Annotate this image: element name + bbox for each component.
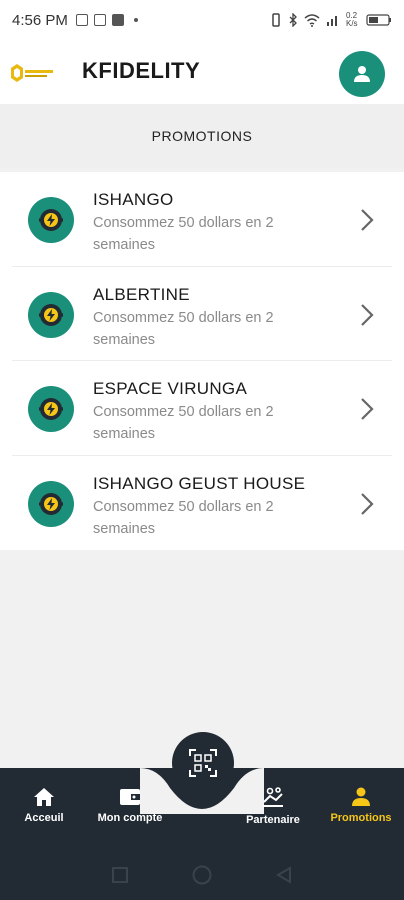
signal-icon xyxy=(327,16,337,26)
home-icon xyxy=(34,788,54,806)
promo-icon xyxy=(28,197,74,243)
nav-item-partenaire[interactable]: Partenaire xyxy=(233,786,313,826)
section-header: PROMOTIONS xyxy=(0,104,404,168)
more-notifications-icon xyxy=(133,18,138,22)
network-speed: 0.2 K/s xyxy=(346,11,358,28)
wallet-icon xyxy=(120,789,140,805)
partner-icon xyxy=(263,787,283,807)
promo-description: Consommez 50 dollars en 2 semaines xyxy=(93,404,274,442)
status-icons: 0.2 K/s xyxy=(270,12,392,28)
qr-scan-icon xyxy=(189,749,217,777)
promo-icon xyxy=(28,291,74,338)
lightning-icon xyxy=(39,209,63,231)
notification-icon xyxy=(75,14,88,26)
lightning-icon xyxy=(39,303,63,326)
lightning-icon xyxy=(39,492,63,515)
chevron-right-icon xyxy=(361,492,374,515)
promotion-item[interactable]: ISHANGO GEUST HOUSE Consommez 50 dollars… xyxy=(12,456,392,551)
promo-description: Consommez 50 dollars en 2 semaines xyxy=(93,309,274,348)
chevron-right-icon xyxy=(361,303,374,326)
facebook-icon xyxy=(111,14,124,26)
chevron-right-icon xyxy=(361,398,374,420)
bluetooth-icon xyxy=(289,13,297,27)
app-bar: KFIDELITY xyxy=(0,40,404,104)
status-time: 4:56 PM xyxy=(12,11,68,29)
qr-scan-button[interactable] xyxy=(172,732,234,794)
back-icon[interactable] xyxy=(275,866,293,884)
promo-description: Consommez 50 dollars en 2 semaines xyxy=(93,498,274,537)
promo-icon xyxy=(28,480,74,527)
promotions-list: ISHANGO Consommez 50 dollars en 2 semain… xyxy=(0,172,404,550)
nav-label: Partenaire xyxy=(246,814,300,826)
recent-apps-icon[interactable] xyxy=(111,866,129,884)
person-icon xyxy=(352,787,370,806)
nav-item-acceuil[interactable]: Acceuil xyxy=(4,786,84,824)
nav-label: Acceuil xyxy=(24,812,64,824)
promotion-item[interactable]: ESPACE VIRUNGA Consommez 50 dollars en 2… xyxy=(12,361,392,456)
promo-title: ALBERTINE xyxy=(93,284,190,304)
wifi-icon xyxy=(304,13,320,27)
profile-button[interactable] xyxy=(339,51,385,97)
person-icon xyxy=(354,66,370,82)
promotion-item[interactable]: ISHANGO Consommez 50 dollars en 2 semain… xyxy=(12,172,392,267)
chevron-right-icon xyxy=(361,209,374,231)
nav-item-mon-compte[interactable]: Mon compte xyxy=(90,786,170,824)
battery-icon xyxy=(366,14,391,26)
promo-description: Consommez 50 dollars en 2 semaines xyxy=(93,215,274,253)
vibrate-icon xyxy=(272,13,280,27)
promotion-item[interactable]: ALBERTINE Consommez 50 dollars en 2 sema… xyxy=(12,267,392,361)
promo-title: ISHANGO xyxy=(93,190,174,209)
app-logo xyxy=(11,64,53,82)
nav-label: Promotions xyxy=(330,812,392,824)
notification-icon xyxy=(93,14,106,26)
status-bar: 4:56 PM 0.2 K/s xyxy=(0,0,404,40)
section-title: PROMOTIONS xyxy=(151,128,253,144)
system-nav-bar xyxy=(0,850,404,900)
promo-icon xyxy=(28,386,74,432)
app-title: KFIDELITY xyxy=(82,58,201,83)
nav-item-promotions[interactable]: Promotions xyxy=(321,786,401,824)
lightning-icon xyxy=(39,398,63,420)
home-button-icon[interactable] xyxy=(191,864,213,886)
nav-label: Mon compte xyxy=(97,812,163,824)
promo-title: ESPACE VIRUNGA xyxy=(93,379,248,398)
promo-title: ISHANGO GEUST HOUSE xyxy=(93,473,306,493)
